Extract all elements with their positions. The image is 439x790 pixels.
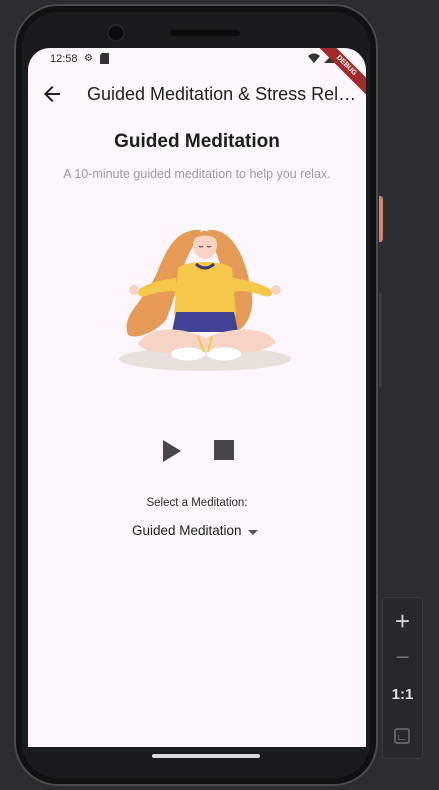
fit-screen-icon[interactable] [394,728,410,744]
play-icon[interactable] [158,438,184,464]
select-meditation-label: Select a Meditation: [146,497,248,509]
front-camera-icon [109,26,123,40]
caret-down-icon [248,530,258,535]
power-button[interactable] [379,196,383,242]
zoom-in-button[interactable]: + [383,606,422,636]
page-subtitle: A 10-minute guided meditation to help yo… [63,167,331,181]
back-arrow-icon[interactable] [40,82,64,106]
meditation-illustration [119,229,291,371]
app-bar: Guided Meditation & Stress Relief [28,76,366,112]
wifi-icon [308,53,320,67]
zoom-actual-size-button[interactable]: 1:1 [383,686,422,703]
settings-gear-icon: ⚙ [84,53,93,64]
app-bar-title: Guided Meditation & Stress Relief [87,84,357,104]
status-time: 12:58 [50,53,78,65]
page-title: Guided Meditation [114,131,280,152]
player-controls [28,436,366,466]
stop-icon[interactable] [212,438,236,462]
status-bar: 12:58 ⚙ DEBUG [28,48,366,99]
sd-card-icon [100,53,109,68]
dropdown-selected-value: Guided Meditation [132,523,242,538]
emulator-zoom-panel: + − 1:1 [382,597,423,759]
earpiece-speaker [170,30,240,36]
gesture-nav-handle[interactable] [152,754,260,758]
zoom-out-button[interactable]: − [383,646,422,672]
app-screen: 12:58 ⚙ DEBUG Guided Meditation & Stress… [28,48,366,747]
volume-button[interactable] [379,292,382,388]
meditation-dropdown[interactable]: Guided Meditation [132,521,262,543]
